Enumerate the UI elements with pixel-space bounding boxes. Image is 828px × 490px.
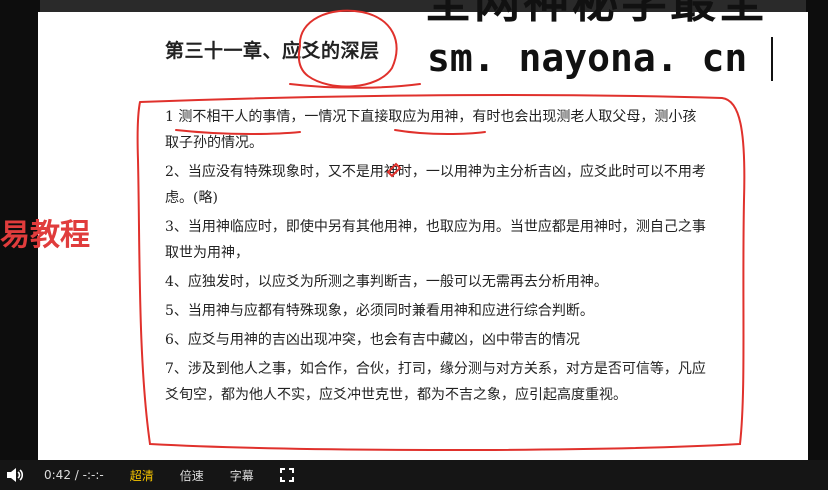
fullscreen-icon[interactable] <box>279 468 294 482</box>
annotation-circle <box>297 9 398 88</box>
annotation-box <box>136 94 746 451</box>
red-annotations <box>136 9 746 451</box>
annotation-underline-2 <box>394 129 486 135</box>
video-player-bar: 0:42 / -:-:- 超清 倍速 字幕 <box>0 460 828 490</box>
volume-icon[interactable] <box>6 460 30 490</box>
speed-button[interactable]: 倍速 <box>180 467 204 484</box>
annotation-underline-1 <box>175 129 301 135</box>
annotation-mark <box>386 162 402 178</box>
quality-button[interactable]: 超清 <box>130 467 154 484</box>
playback-time: 0:42 / -:-:- <box>44 468 104 482</box>
subtitle-button[interactable]: 字幕 <box>230 467 254 484</box>
